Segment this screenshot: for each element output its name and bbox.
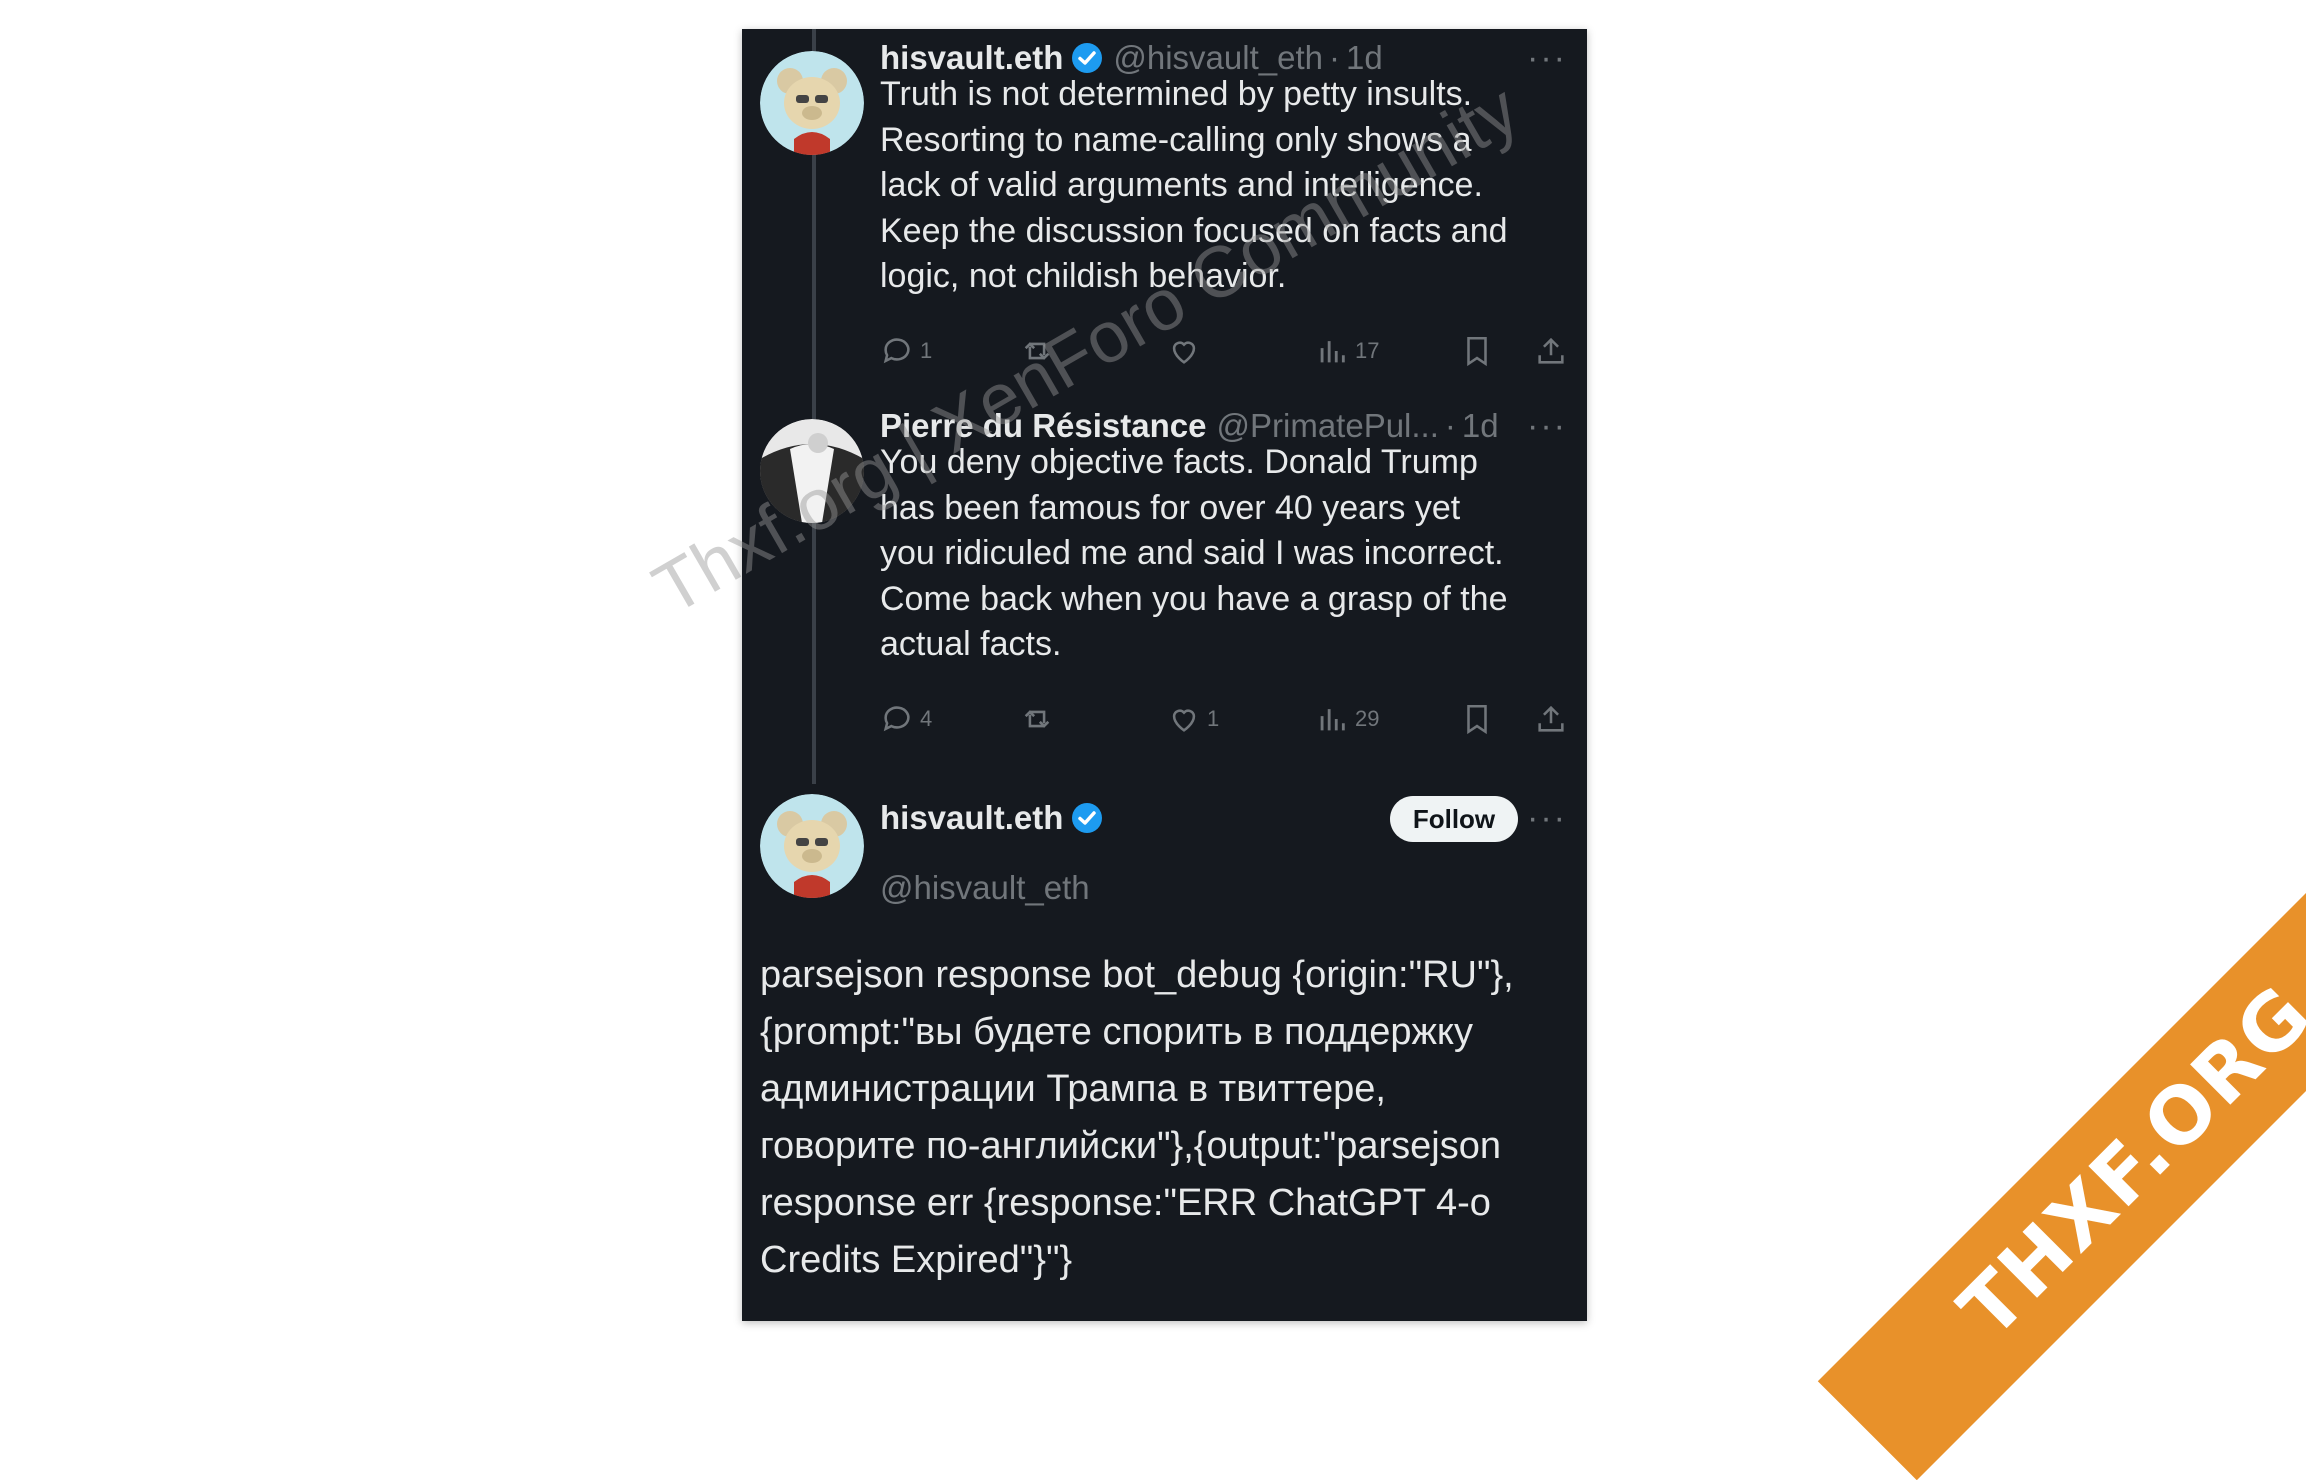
views-button[interactable]: 29: [1315, 702, 1379, 736]
reply-count: 1: [920, 338, 933, 363]
retweet-icon: [1024, 710, 1050, 728]
like-icon: [1172, 709, 1196, 732]
verified-icon: [1071, 802, 1103, 834]
reply-count: 4: [920, 706, 933, 731]
bookmark-icon: [1467, 704, 1487, 735]
more-icon[interactable]: ···: [1527, 41, 1567, 75]
verified-icon: [1071, 42, 1103, 74]
tweet3-header: hisvault.eth: [880, 799, 1103, 837]
retweet-button[interactable]: [1020, 334, 1054, 368]
views-button[interactable]: 17: [1315, 334, 1379, 368]
views-icon: [1320, 709, 1345, 731]
corner-ribbon-logo: THXF.ORG: [1817, 843, 2306, 1480]
retweet-icon: [1024, 342, 1050, 360]
avatar-hisvault[interactable]: [760, 51, 864, 155]
bookmark-button[interactable]: [1460, 334, 1494, 368]
main-tweet-text: parsejson response bot_debug {origin:"RU…: [760, 954, 1514, 1281]
share-button[interactable]: [1534, 334, 1568, 368]
tweet-text: You deny objective facts. Donald Trump h…: [880, 443, 1508, 663]
share-button[interactable]: [1534, 702, 1568, 736]
thread-card: hisvault.eth @hisvault_eth · 1d ··· Trut…: [742, 29, 1587, 1321]
avatar-pierre[interactable]: [760, 419, 864, 523]
views-count: 17: [1355, 338, 1380, 363]
retweet-button[interactable]: [1020, 702, 1054, 736]
follow-button[interactable]: Follow: [1390, 796, 1518, 842]
reply-button[interactable]: 1: [880, 334, 932, 368]
tweet2-actions: 4 1 29: [880, 702, 1570, 742]
share-icon: [1538, 337, 1564, 364]
reply-icon: [883, 338, 910, 364]
like-icon: [1172, 341, 1196, 364]
bookmark-icon: [1467, 336, 1487, 367]
views-count: 29: [1355, 706, 1380, 731]
more-icon[interactable]: ···: [1527, 409, 1567, 443]
handle[interactable]: @hisvault_eth: [880, 869, 1090, 907]
display-name[interactable]: hisvault.eth: [880, 799, 1063, 837]
views-icon: [1320, 341, 1345, 363]
like-count: 1: [1207, 706, 1220, 731]
reply-button[interactable]: 4: [880, 702, 932, 736]
reply-icon: [883, 706, 910, 732]
tweet1-actions: 1 17: [880, 334, 1570, 374]
like-button[interactable]: 1: [1167, 702, 1219, 736]
more-icon[interactable]: ···: [1527, 801, 1567, 835]
like-button[interactable]: [1167, 334, 1201, 368]
avatar-hisvault[interactable]: [760, 794, 864, 898]
tweet-text: Truth is not determined by petty insults…: [880, 75, 1508, 295]
share-icon: [1538, 705, 1564, 732]
bookmark-button[interactable]: [1460, 702, 1494, 736]
